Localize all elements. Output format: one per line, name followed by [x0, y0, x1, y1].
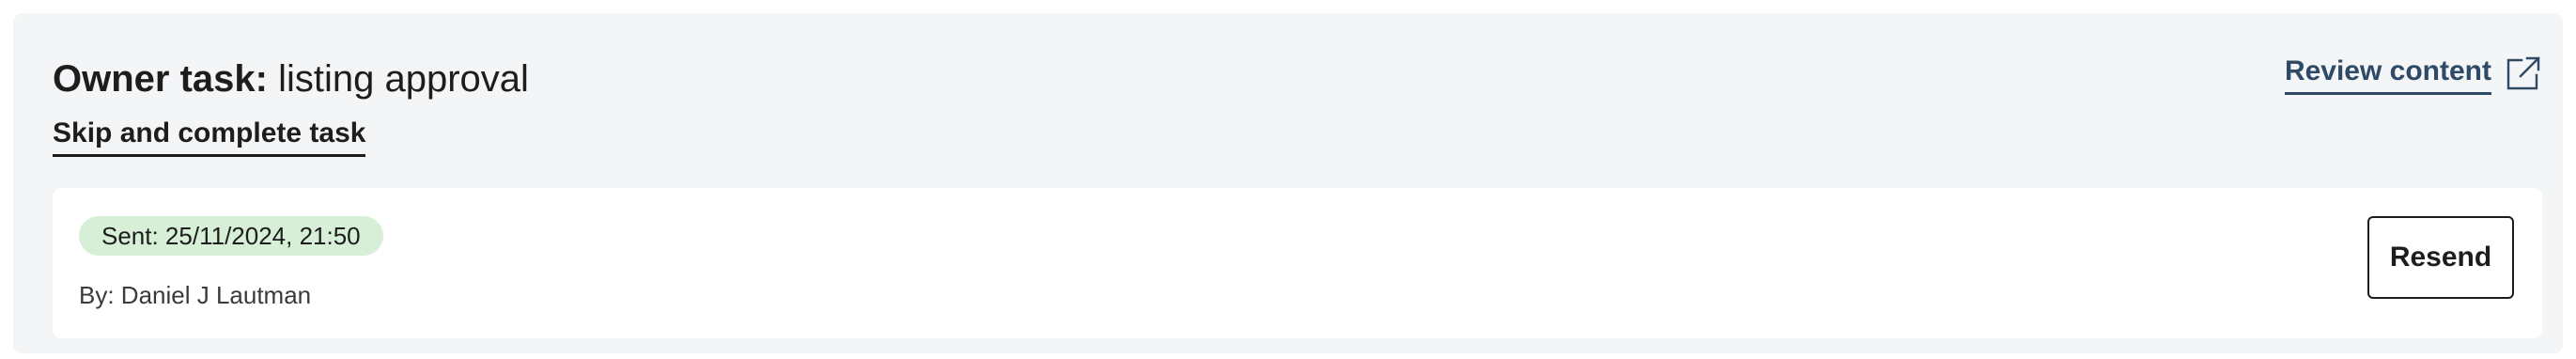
sent-by-label: By: Daniel J Lautman [79, 281, 312, 309]
review-content-group[interactable]: Review content [2284, 47, 2542, 100]
sent-status-badge: Sent: 25/11/2024, 21:50 [79, 216, 383, 256]
page-title: Owner task: listing approval [53, 47, 529, 111]
submission-card: Sent: 25/11/2024, 21:50 By: Daniel J Lau… [53, 188, 2542, 338]
owner-task-panel: Owner task: listing approval Skip and co… [13, 13, 2563, 353]
skip-and-complete-link[interactable]: Skip and complete task [53, 115, 366, 157]
external-link-icon[interactable] [2505, 55, 2542, 92]
title-rest: listing approval [267, 58, 529, 100]
title-strong: Owner task: [53, 58, 268, 100]
review-content-link[interactable]: Review content [2284, 53, 2491, 95]
resend-button[interactable]: Resend [2367, 216, 2514, 299]
